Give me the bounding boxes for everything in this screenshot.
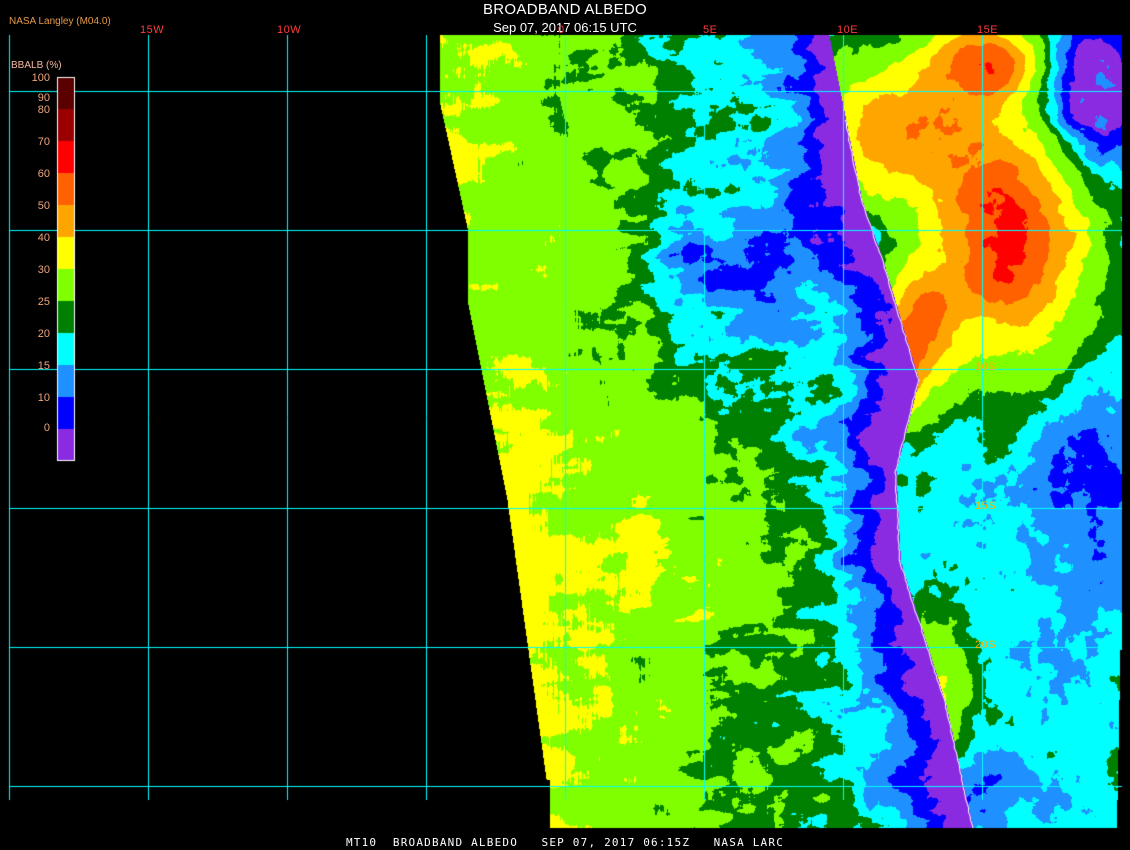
lon-label-15e: 15E [977, 24, 999, 36]
map-title: BROADBAND ALBEDO [482, 1, 647, 18]
legend-label: 100 [31, 72, 50, 84]
albedo-map [0, 0, 1130, 850]
lon-label-0: 0 [558, 24, 565, 36]
legend-title: BBALB (%) [11, 60, 62, 71]
legend-label: 25 [37, 296, 50, 308]
lon-label-10w: 10W [277, 24, 302, 36]
lat-label-20s: 20S [975, 639, 997, 651]
lat-label-10s: 10S [975, 361, 997, 373]
source-label: NASA Langley (M04.0) [9, 16, 111, 27]
lon-label-15w: 15W [140, 24, 165, 36]
legend-label: 90 [37, 92, 50, 104]
legend-label: 60 [37, 168, 50, 180]
footer-caption: MT10 BROADBAND ALBEDO SEP 07, 2017 06:15… [345, 836, 785, 849]
legend-label: 40 [37, 232, 50, 244]
legend-label: 0 [43, 422, 50, 434]
legend-label: 70 [37, 136, 50, 148]
legend-label: 20 [37, 328, 50, 340]
legend-label: 80 [37, 104, 50, 116]
map-datetime: Sep 07, 2017 06:15 UTC [493, 20, 637, 35]
legend-label: 10 [37, 392, 50, 404]
lon-label-10e: 10E [837, 24, 859, 36]
legend-label: 15 [37, 360, 50, 372]
lon-label-5e: 5E [703, 24, 718, 36]
legend-label: 30 [37, 264, 50, 276]
legend-label: 50 [37, 200, 50, 212]
lat-label-15s: 15S [975, 500, 997, 512]
